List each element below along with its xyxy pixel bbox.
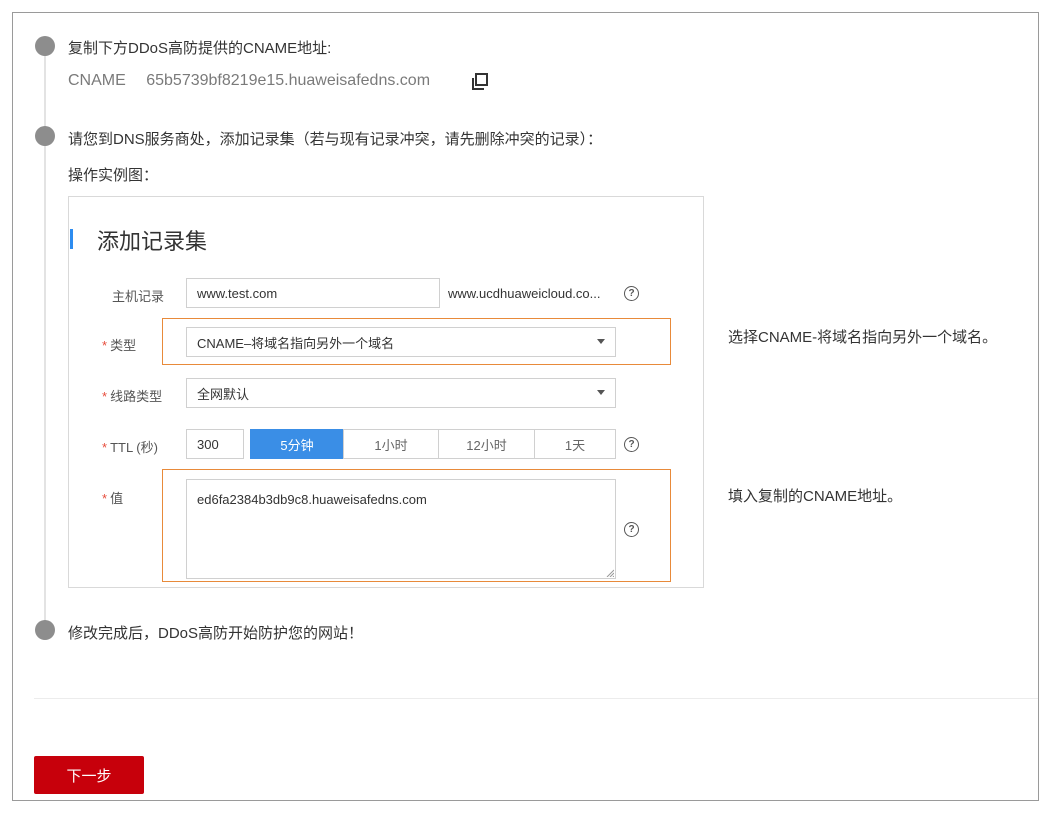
chevron-down-icon: [597, 339, 605, 344]
type-select-value: CNAME–将域名指向另外一个域名: [197, 335, 395, 351]
host-input-value: www.test.com: [197, 285, 278, 301]
required-mark: *: [102, 338, 108, 353]
line-label: * 线路类型: [102, 386, 162, 405]
value-note: 填入复制的CNAME地址。: [728, 488, 903, 505]
ttl-option-1h[interactable]: 1小时: [343, 429, 439, 459]
ttl-option-12h[interactable]: 12小时: [438, 429, 535, 459]
step-3-text: 修改完成后，DDoS高防开始防护您的网站！: [68, 625, 364, 642]
resize-handle-icon[interactable]: [606, 569, 614, 577]
step-3-dot: [35, 620, 55, 640]
title-accent-bar: [70, 229, 73, 249]
help-icon[interactable]: ?: [624, 286, 639, 301]
step-2-text: 请您到DNS服务商处，添加记录集（若与现有记录冲突，请先删除冲突的记录）：: [68, 131, 603, 148]
divider: [34, 698, 1038, 699]
ttl-label: * TTL (秒): [102, 437, 158, 456]
ttl-input-value: 300: [197, 436, 219, 452]
example-title: 添加记录集: [97, 229, 208, 254]
cname-value: 65b5739bf8219e15.huaweisafedns.com: [146, 72, 431, 89]
help-icon[interactable]: ?: [624, 437, 639, 452]
type-label-text: 类型: [110, 338, 137, 353]
required-mark: *: [102, 389, 108, 404]
host-suffix: www.ucdhuaweicloud.co...: [448, 286, 601, 301]
step-1-dot: [35, 36, 55, 56]
line-label-text: 线路类型: [110, 389, 163, 404]
step-2-subtext: 操作实例图：: [68, 167, 159, 184]
host-label: 主机记录: [112, 289, 165, 304]
value-textarea[interactable]: ed6fa2384b3db9c8.huaweisafedns.com: [186, 479, 616, 579]
copy-icon[interactable]: [470, 72, 490, 92]
host-input[interactable]: www.test.com: [186, 278, 440, 308]
chevron-down-icon: [597, 390, 605, 395]
step-2-dot: [35, 126, 55, 146]
ttl-input[interactable]: 300: [186, 429, 244, 459]
type-note: 选择CNAME-将域名指向另外一个域名。: [728, 329, 998, 346]
ttl-label-text: TTL (秒): [110, 440, 158, 455]
value-label: * 值: [102, 488, 123, 507]
value-label-text: 值: [110, 491, 124, 506]
type-select[interactable]: CNAME–将域名指向另外一个域名: [186, 327, 616, 357]
required-mark: *: [102, 491, 108, 506]
line-select-value: 全网默认: [197, 386, 250, 402]
type-label: * 类型: [102, 335, 136, 354]
ttl-option-5min[interactable]: 5分钟: [250, 429, 344, 459]
required-mark: *: [102, 440, 108, 455]
ttl-option-1d[interactable]: 1天: [534, 429, 616, 459]
help-icon[interactable]: ?: [624, 522, 639, 537]
next-button[interactable]: 下一步: [34, 756, 144, 794]
cname-label: CNAME: [68, 72, 126, 89]
value-textarea-text: ed6fa2384b3db9c8.huaweisafedns.com: [197, 492, 427, 507]
cname-row: CNAME 65b5739bf8219e15.huaweisafedns.com: [68, 72, 430, 90]
line-select[interactable]: 全网默认: [186, 378, 616, 408]
step-1-text: 复制下方DDoS高防提供的CNAME地址:: [68, 40, 332, 57]
